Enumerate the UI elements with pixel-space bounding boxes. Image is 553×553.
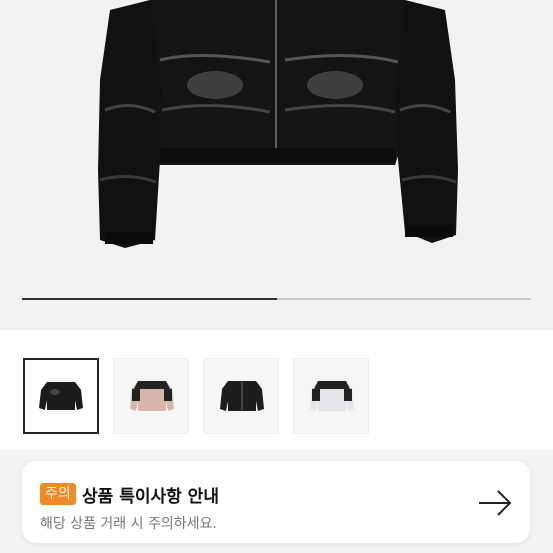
caution-badge: 주의 — [40, 483, 76, 505]
thumbnail-1[interactable] — [23, 358, 99, 434]
jacket-thumbnail-icon — [130, 381, 174, 411]
notice-title: 상품 특이사항 안내 — [82, 487, 219, 507]
jacket-thumbnail-icon — [220, 381, 264, 411]
product-notice-card[interactable]: 주의 상품 특이사항 안내 해당 상품 거래 시 주의하세요. — [22, 461, 530, 543]
notice-subtitle: 해당 상품 거래 시 주의하세요. — [40, 516, 217, 532]
gallery-progress-bar — [22, 298, 531, 300]
gallery-progress-fill — [22, 298, 277, 300]
product-main-image[interactable] — [0, 0, 553, 330]
arrow-right-icon[interactable] — [478, 489, 512, 517]
thumbnail-strip — [0, 330, 553, 450]
thumbnail-2[interactable] — [113, 358, 189, 434]
thumbnail-3[interactable] — [203, 358, 279, 434]
thumbnail-4[interactable] — [293, 358, 369, 434]
jacket-thumbnail-icon — [39, 382, 83, 410]
jacket-thumbnail-icon — [310, 381, 354, 411]
